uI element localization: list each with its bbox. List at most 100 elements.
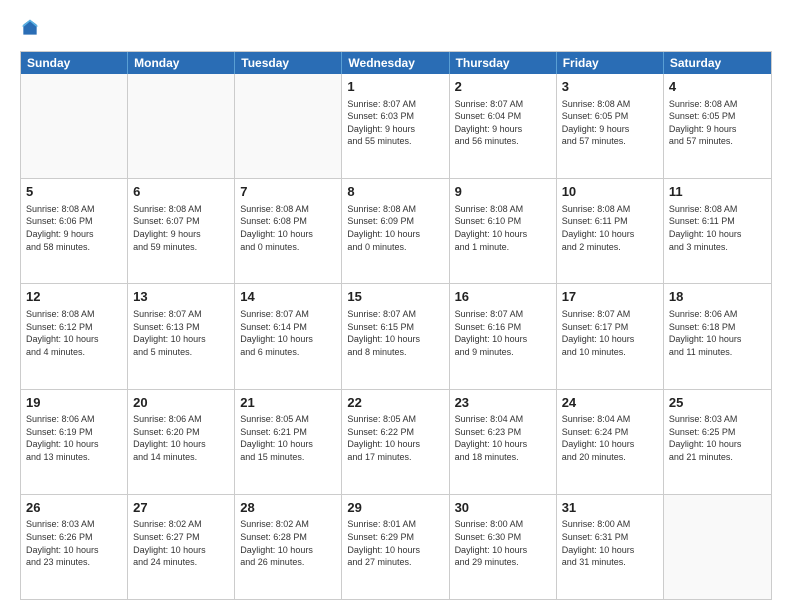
calendar-cell <box>235 74 342 178</box>
calendar-cell <box>21 74 128 178</box>
calendar-cell: 5Sunrise: 8:08 AM Sunset: 6:06 PM Daylig… <box>21 179 128 283</box>
day-number: 19 <box>26 394 122 412</box>
day-info: Sunrise: 8:00 AM Sunset: 6:30 PM Dayligh… <box>455 518 551 568</box>
day-number: 22 <box>347 394 443 412</box>
calendar-row: 26Sunrise: 8:03 AM Sunset: 6:26 PM Dayli… <box>21 494 771 599</box>
day-info: Sunrise: 8:04 AM Sunset: 6:23 PM Dayligh… <box>455 413 551 463</box>
day-number: 30 <box>455 499 551 517</box>
day-info: Sunrise: 8:02 AM Sunset: 6:28 PM Dayligh… <box>240 518 336 568</box>
calendar-cell: 18 Sunrise: 8:06 AM Sunset: 6:18 PM Dayli… <box>664 284 771 388</box>
day-number: 20 <box>133 394 229 412</box>
day-number: 21 <box>240 394 336 412</box>
day-number: 9 <box>455 183 551 201</box>
day-info: Sunrise: 8:08 AM Sunset: 6:12 PM Dayligh… <box>26 308 122 358</box>
day-info: Sunrise: 8:08 AM Sunset: 6:05 PM Dayligh… <box>669 98 766 148</box>
calendar-cell: 9 Sunrise: 8:08 AM Sunset: 6:10 PM Daylig… <box>450 179 557 283</box>
day-number: 29 <box>347 499 443 517</box>
day-info: Sunrise: 8:08 AM Sunset: 6:06 PM Dayligh… <box>26 203 122 253</box>
calendar-cell <box>128 74 235 178</box>
day-info: Sunrise: 8:08 AM Sunset: 6:10 PM Dayligh… <box>455 203 551 253</box>
day-number: 8 <box>347 183 443 201</box>
day-number: 13 <box>133 288 229 306</box>
day-info: Sunrise: 8:00 AM Sunset: 6:31 PM Dayligh… <box>562 518 658 568</box>
day-info: Sunrise: 8:06 AM Sunset: 6:20 PM Dayligh… <box>133 413 229 463</box>
day-number: 15 <box>347 288 443 306</box>
header-day-tuesday: Tuesday <box>235 52 342 74</box>
calendar-cell: 21Sunrise: 8:05 AM Sunset: 6:21 PM Dayli… <box>235 390 342 494</box>
calendar-cell: 20Sunrise: 8:06 AM Sunset: 6:20 PM Dayli… <box>128 390 235 494</box>
day-number: 18 <box>669 288 766 306</box>
calendar-cell: 19Sunrise: 8:06 AM Sunset: 6:19 PM Dayli… <box>21 390 128 494</box>
day-info: Sunrise: 8:06 AM Sunset: 6:18 PM Dayligh… <box>669 308 766 358</box>
day-number: 12 <box>26 288 122 306</box>
day-info: Sunrise: 8:05 AM Sunset: 6:21 PM Dayligh… <box>240 413 336 463</box>
day-number: 10 <box>562 183 658 201</box>
day-number: 2 <box>455 78 551 96</box>
day-info: Sunrise: 8:08 AM Sunset: 6:11 PM Dayligh… <box>669 203 766 253</box>
header-day-thursday: Thursday <box>450 52 557 74</box>
calendar-cell: 3Sunrise: 8:08 AM Sunset: 6:05 PM Daylig… <box>557 74 664 178</box>
calendar: SundayMondayTuesdayWednesdayThursdayFrid… <box>20 51 772 600</box>
calendar-cell: 31Sunrise: 8:00 AM Sunset: 6:31 PM Dayli… <box>557 495 664 599</box>
calendar-row: 5Sunrise: 8:08 AM Sunset: 6:06 PM Daylig… <box>21 178 771 283</box>
day-info: Sunrise: 8:07 AM Sunset: 6:16 PM Dayligh… <box>455 308 551 358</box>
calendar-cell: 27Sunrise: 8:02 AM Sunset: 6:27 PM Dayli… <box>128 495 235 599</box>
day-number: 1 <box>347 78 443 96</box>
calendar-cell: 29Sunrise: 8:01 AM Sunset: 6:29 PM Dayli… <box>342 495 449 599</box>
header-area <box>20 18 772 43</box>
calendar-cell: 7Sunrise: 8:08 AM Sunset: 6:08 PM Daylig… <box>235 179 342 283</box>
header-day-monday: Monday <box>128 52 235 74</box>
day-info: Sunrise: 8:01 AM Sunset: 6:29 PM Dayligh… <box>347 518 443 568</box>
day-number: 16 <box>455 288 551 306</box>
day-info: Sunrise: 8:08 AM Sunset: 6:11 PM Dayligh… <box>562 203 658 253</box>
calendar-row: 19Sunrise: 8:06 AM Sunset: 6:19 PM Dayli… <box>21 389 771 494</box>
day-number: 27 <box>133 499 229 517</box>
day-number: 24 <box>562 394 658 412</box>
header-day-sunday: Sunday <box>21 52 128 74</box>
calendar-cell: 13 Sunrise: 8:07 AM Sunset: 6:13 PM Dayli… <box>128 284 235 388</box>
day-info: Sunrise: 8:08 AM Sunset: 6:09 PM Dayligh… <box>347 203 443 253</box>
calendar-cell: 25Sunrise: 8:03 AM Sunset: 6:25 PM Dayli… <box>664 390 771 494</box>
calendar-cell: 14 Sunrise: 8:07 AM Sunset: 6:14 PM Dayli… <box>235 284 342 388</box>
calendar-cell: 10 Sunrise: 8:08 AM Sunset: 6:11 PM Dayli… <box>557 179 664 283</box>
day-info: Sunrise: 8:05 AM Sunset: 6:22 PM Dayligh… <box>347 413 443 463</box>
calendar-cell: 22Sunrise: 8:05 AM Sunset: 6:22 PM Dayli… <box>342 390 449 494</box>
calendar-cell: 6Sunrise: 8:08 AM Sunset: 6:07 PM Daylig… <box>128 179 235 283</box>
calendar-cell <box>664 495 771 599</box>
day-info: Sunrise: 8:08 AM Sunset: 6:08 PM Dayligh… <box>240 203 336 253</box>
day-number: 17 <box>562 288 658 306</box>
header-day-wednesday: Wednesday <box>342 52 449 74</box>
day-number: 25 <box>669 394 766 412</box>
calendar-cell: 1 Sunrise: 8:07 AM Sunset: 6:03 PM Daylig… <box>342 74 449 178</box>
header-day-friday: Friday <box>557 52 664 74</box>
day-number: 11 <box>669 183 766 201</box>
day-info: Sunrise: 8:03 AM Sunset: 6:26 PM Dayligh… <box>26 518 122 568</box>
calendar-cell: 24Sunrise: 8:04 AM Sunset: 6:24 PM Dayli… <box>557 390 664 494</box>
day-number: 28 <box>240 499 336 517</box>
day-number: 6 <box>133 183 229 201</box>
calendar-cell: 4 Sunrise: 8:08 AM Sunset: 6:05 PM Daylig… <box>664 74 771 178</box>
day-info: Sunrise: 8:07 AM Sunset: 6:03 PM Dayligh… <box>347 98 443 148</box>
calendar-row: 12 Sunrise: 8:08 AM Sunset: 6:12 PM Dayli… <box>21 283 771 388</box>
calendar-body: 1 Sunrise: 8:07 AM Sunset: 6:03 PM Daylig… <box>21 74 771 599</box>
day-info: Sunrise: 8:07 AM Sunset: 6:13 PM Dayligh… <box>133 308 229 358</box>
calendar-cell: 8 Sunrise: 8:08 AM Sunset: 6:09 PM Daylig… <box>342 179 449 283</box>
day-number: 26 <box>26 499 122 517</box>
calendar-cell: 15 Sunrise: 8:07 AM Sunset: 6:15 PM Dayli… <box>342 284 449 388</box>
day-info: Sunrise: 8:02 AM Sunset: 6:27 PM Dayligh… <box>133 518 229 568</box>
day-number: 31 <box>562 499 658 517</box>
page: SundayMondayTuesdayWednesdayThursdayFrid… <box>0 0 792 612</box>
day-info: Sunrise: 8:07 AM Sunset: 6:04 PM Dayligh… <box>455 98 551 148</box>
day-info: Sunrise: 8:06 AM Sunset: 6:19 PM Dayligh… <box>26 413 122 463</box>
day-info: Sunrise: 8:07 AM Sunset: 6:14 PM Dayligh… <box>240 308 336 358</box>
calendar-row: 1 Sunrise: 8:07 AM Sunset: 6:03 PM Daylig… <box>21 74 771 178</box>
day-number: 4 <box>669 78 766 96</box>
day-info: Sunrise: 8:07 AM Sunset: 6:15 PM Dayligh… <box>347 308 443 358</box>
calendar-cell: 30Sunrise: 8:00 AM Sunset: 6:30 PM Dayli… <box>450 495 557 599</box>
calendar-cell: 17Sunrise: 8:07 AM Sunset: 6:17 PM Dayli… <box>557 284 664 388</box>
day-number: 3 <box>562 78 658 96</box>
calendar-cell: 16 Sunrise: 8:07 AM Sunset: 6:16 PM Dayli… <box>450 284 557 388</box>
day-number: 14 <box>240 288 336 306</box>
logo-icon <box>20 18 40 38</box>
calendar-header: SundayMondayTuesdayWednesdayThursdayFrid… <box>21 52 771 74</box>
